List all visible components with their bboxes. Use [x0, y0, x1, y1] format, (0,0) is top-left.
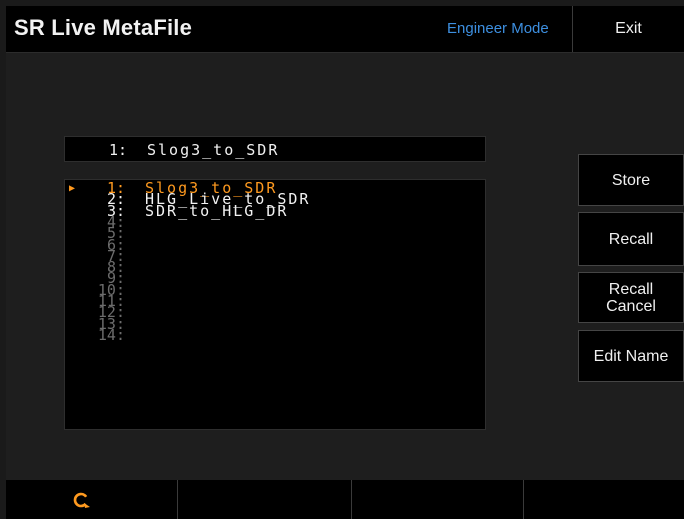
list-item-name: SDR_to_HLG_DR: [145, 201, 289, 220]
current-metafile-display: 1: Slog3_to_SDR: [64, 136, 486, 162]
function-key-4[interactable]: [524, 480, 684, 519]
store-button-label: Store: [611, 171, 651, 189]
recall-button[interactable]: Recall: [578, 212, 684, 266]
list-item[interactable]: 11:: [65, 294, 485, 309]
selection-arrow-icon: ▶: [69, 183, 76, 194]
recall-button-label: Recall: [608, 230, 654, 248]
list-item[interactable]: 4:: [65, 214, 485, 229]
recall-cancel-label-line2: Cancel: [606, 297, 656, 315]
recall-cancel-button[interactable]: Recall Cancel: [578, 272, 684, 323]
title-bar: SR Live MetaFile Engineer Mode Exit: [6, 6, 684, 53]
list-item-number: 14:: [97, 325, 125, 344]
list-item[interactable]: 12:: [65, 305, 485, 320]
edit-name-button[interactable]: Edit Name: [578, 330, 684, 382]
list-item[interactable]: 7:: [65, 248, 485, 263]
store-button[interactable]: Store: [578, 154, 684, 206]
app-title: SR Live MetaFile: [14, 15, 193, 40]
metafile-list: ▶ 1: Slog3_to_SDR 2: HLG_Live_to_SDR 3: SDR_to…: [64, 179, 486, 430]
function-key-3[interactable]: [352, 480, 522, 519]
current-metafile-name: Slog3_to_SDR: [147, 141, 280, 159]
list-item[interactable]: 5:: [65, 226, 485, 241]
list-item[interactable]: 3: SDR_to_HLG_DR: [65, 201, 485, 220]
list-item[interactable]: 14:: [65, 325, 485, 344]
list-item[interactable]: 10:: [65, 282, 485, 297]
list-item[interactable]: 9:: [65, 271, 485, 286]
edit-name-button-label: Edit Name: [593, 347, 669, 365]
function-key-bar: [6, 480, 684, 519]
current-metafile-number: 1:: [109, 141, 128, 159]
function-key-2[interactable]: [178, 480, 350, 519]
function-key-1[interactable]: [6, 480, 176, 519]
exit-button[interactable]: Exit: [573, 6, 684, 52]
recall-cancel-label-line1: Recall: [608, 280, 654, 298]
engineer-mode-label: Engineer Mode: [447, 20, 549, 37]
list-item[interactable]: 8:: [65, 260, 485, 275]
refresh-icon: [73, 492, 90, 508]
list-item[interactable]: 13:: [65, 316, 485, 331]
list-item[interactable]: 6:: [65, 237, 485, 252]
